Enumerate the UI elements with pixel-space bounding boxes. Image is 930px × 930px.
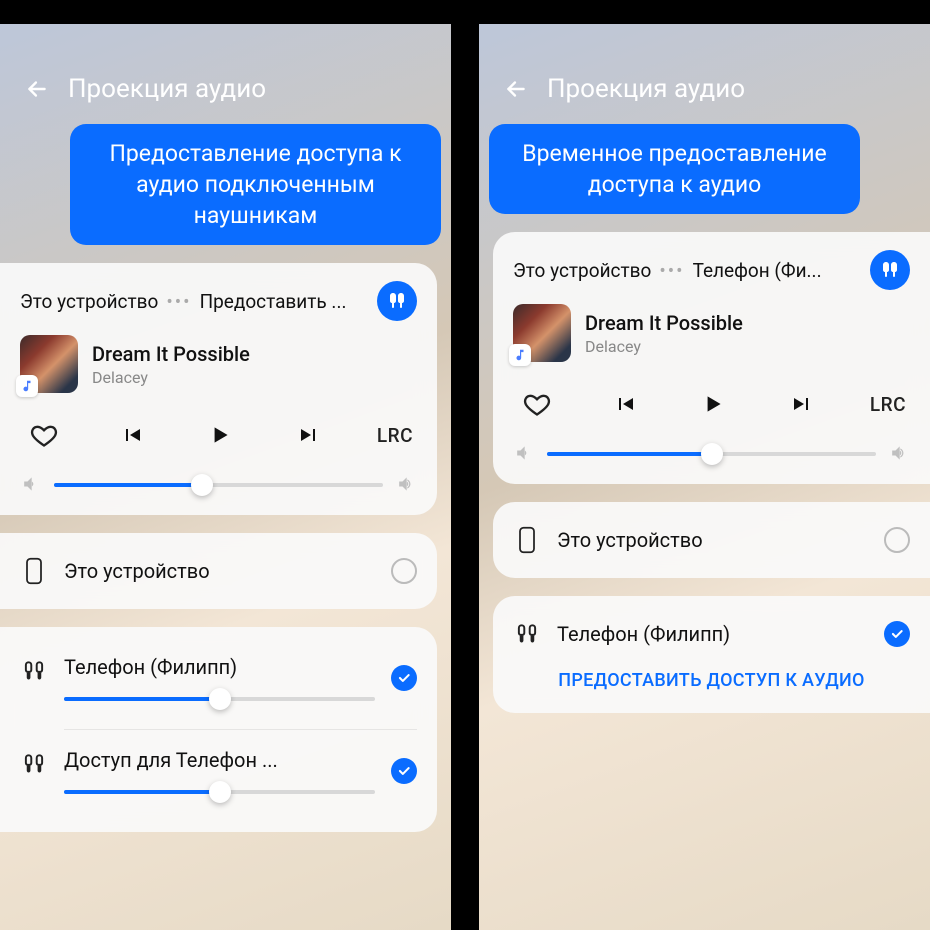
playback-controls: LRC — [513, 380, 910, 436]
volume-low-icon[interactable] — [20, 474, 42, 496]
share-target-label: Телефон (Фи... — [693, 259, 822, 282]
callout-label: Временное предоставление доступа к аудио — [489, 124, 860, 214]
next-icon[interactable] — [289, 417, 329, 453]
track-artist: Delacey — [585, 337, 910, 356]
this-device-label: Это устройство — [513, 259, 651, 282]
track-artist: Delacey — [92, 368, 417, 387]
this-device-card: Это устройство — [493, 502, 930, 578]
track-row: Dream It Possible Delacey — [513, 304, 910, 362]
check-selected-icon[interactable] — [391, 758, 417, 784]
divider — [64, 729, 417, 730]
phone-frame — [0, 0, 465, 24]
paired-device-row[interactable]: Доступ для Телефон ... — [20, 738, 417, 814]
volume-row — [513, 436, 910, 466]
track-title: Dream It Possible — [92, 342, 417, 366]
music-app-badge-icon — [510, 345, 530, 365]
share-audio-row[interactable]: Это устройство ••• Предоставить ... — [20, 281, 417, 321]
next-icon[interactable] — [782, 386, 822, 422]
check-selected-icon[interactable] — [884, 621, 910, 647]
earbuds-icon — [20, 750, 48, 778]
back-arrow-icon[interactable] — [24, 76, 50, 102]
this-device-card: Это устройство — [0, 533, 437, 609]
phone-icon — [20, 557, 48, 585]
phone-left: Проекция аудио Предоставление доступа к … — [0, 0, 465, 930]
dots-separator: ••• — [659, 259, 684, 282]
volume-low-icon[interactable] — [513, 443, 535, 465]
check-selected-icon[interactable] — [391, 665, 417, 691]
paired-device-label: Телефон (Филипп) — [64, 655, 375, 679]
callout-label: Предоставление доступа к аудио подключен… — [70, 124, 441, 245]
header: Проекция аудио — [0, 74, 451, 124]
track-title: Dream It Possible — [585, 311, 910, 335]
lyrics-button[interactable]: LRC — [377, 424, 413, 447]
previous-icon[interactable] — [112, 417, 152, 453]
album-art[interactable] — [513, 304, 571, 362]
play-icon[interactable] — [693, 386, 733, 422]
this-device-label: Это устройство — [20, 290, 158, 313]
page-title: Проекция аудио — [68, 74, 266, 104]
favorite-icon[interactable] — [24, 417, 64, 453]
this-device-row[interactable]: Это устройство — [20, 551, 417, 591]
volume-high-icon[interactable] — [888, 443, 910, 465]
favorite-icon[interactable] — [517, 386, 557, 422]
this-device-row[interactable]: Это устройство — [513, 520, 910, 560]
radio-unselected-icon[interactable] — [884, 527, 910, 553]
device-volume-slider[interactable] — [64, 687, 375, 711]
volume-slider[interactable] — [547, 442, 876, 466]
paired-device-label: Телефон (Филипп) — [557, 622, 868, 646]
paired-device-row[interactable]: Телефон (Филипп) — [20, 645, 417, 721]
earbuds-icon — [20, 657, 48, 685]
play-icon[interactable] — [200, 417, 240, 453]
device-volume-slider[interactable] — [64, 780, 375, 804]
share-audio-row[interactable]: Это устройство ••• Телефон (Фи... — [513, 250, 910, 290]
now-playing-card: Это устройство ••• Предоставить ... — [0, 263, 437, 515]
header: Проекция аудио — [479, 74, 930, 124]
page-title: Проекция аудио — [547, 74, 745, 104]
volume-slider[interactable] — [54, 473, 383, 497]
phone-right: Проекция аудио Временное предоставление … — [465, 0, 930, 930]
paired-device-label: Доступ для Телефон ... — [64, 748, 375, 772]
track-row: Dream It Possible Delacey — [20, 335, 417, 393]
album-art[interactable] — [20, 335, 78, 393]
music-app-badge-icon — [17, 376, 37, 396]
previous-icon[interactable] — [605, 386, 645, 422]
earbuds-icon — [513, 620, 541, 648]
earbuds-badge-icon[interactable] — [377, 281, 417, 321]
volume-high-icon[interactable] — [395, 474, 417, 496]
now-playing-card: Это устройство ••• Телефон (Фи... — [493, 232, 930, 484]
paired-devices-card: Телефон (Филипп) ПРЕДОСТАВИТЬ ДОСТУП К А… — [493, 596, 930, 713]
device-label: Это устройство — [557, 528, 868, 552]
share-target-label: Предоставить ... — [200, 290, 347, 313]
volume-row — [20, 467, 417, 497]
back-arrow-icon[interactable] — [503, 76, 529, 102]
lyrics-button[interactable]: LRC — [870, 393, 906, 416]
playback-controls: LRC — [20, 411, 417, 467]
earbuds-badge-icon[interactable] — [870, 250, 910, 290]
device-label: Это устройство — [64, 559, 375, 583]
phone-icon — [513, 526, 541, 554]
radio-unselected-icon[interactable] — [391, 558, 417, 584]
phone-frame — [465, 0, 930, 24]
paired-devices-card: Телефон (Филипп) — [0, 627, 437, 832]
dots-separator: ••• — [166, 290, 191, 313]
paired-device-row[interactable]: Телефон (Филипп) — [513, 614, 910, 654]
share-audio-button[interactable]: ПРЕДОСТАВИТЬ ДОСТУП К АУДИО — [513, 654, 910, 695]
